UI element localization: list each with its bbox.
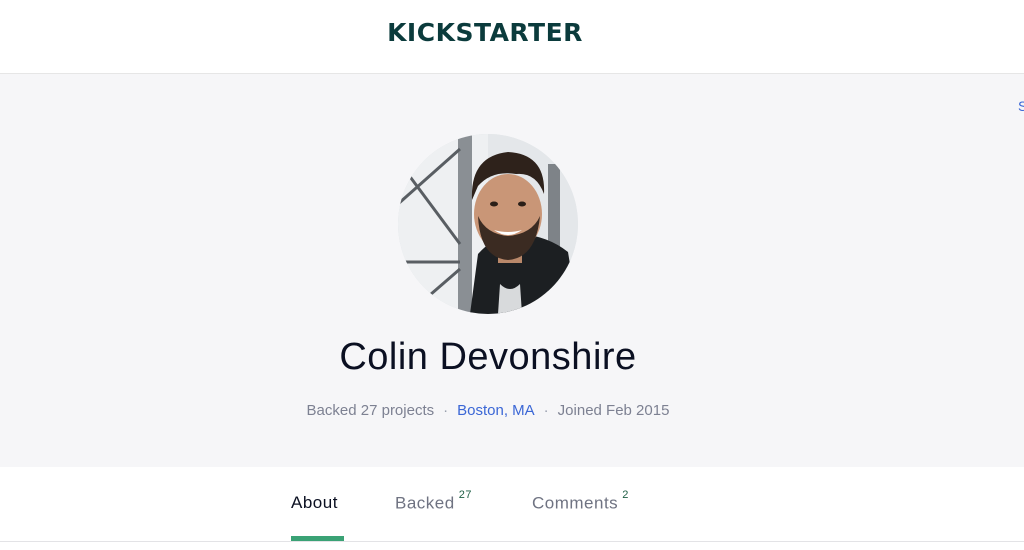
svg-text:KICKSTARTER: KICKSTARTER — [387, 18, 583, 47]
location-link[interactable]: Boston, MA — [457, 402, 535, 419]
profile-name: Colin Devonshire — [339, 336, 637, 378]
tab-about[interactable]: About — [291, 493, 344, 541]
active-tab-indicator — [291, 536, 344, 541]
joined-date-text: Joined Feb 2015 — [557, 402, 670, 419]
tab-comments[interactable]: Comments 2 — [532, 489, 629, 541]
profile-header: S Colin Devonshire Backed 27 projects · … — [0, 74, 1024, 467]
profile-tabs: About Backed 27 Comments 2 — [0, 467, 1024, 542]
meta-separator: · — [543, 402, 549, 419]
avatar-photo — [398, 134, 578, 314]
tab-count-badge: 27 — [458, 489, 472, 501]
profile-meta: Backed 27 projects · Boston, MA · Joined Feb… — [0, 402, 976, 419]
tab-label: About — [291, 493, 338, 512]
tab-label: Backed — [395, 493, 455, 513]
kickstarter-logo[interactable]: KICKSTARTER — [380, 14, 590, 48]
tab-label: Comments — [532, 493, 619, 513]
tab-backed[interactable]: Backed 27 — [395, 489, 472, 541]
meta-separator: · — [443, 402, 449, 419]
backed-count-text: Backed 27 projects — [306, 402, 435, 419]
top-navigation-bar: KICKSTARTER — [0, 0, 1024, 74]
tab-count-badge: 2 — [622, 489, 629, 501]
profile-avatar — [398, 134, 578, 314]
edge-link-partial[interactable]: S — [1018, 98, 1024, 114]
